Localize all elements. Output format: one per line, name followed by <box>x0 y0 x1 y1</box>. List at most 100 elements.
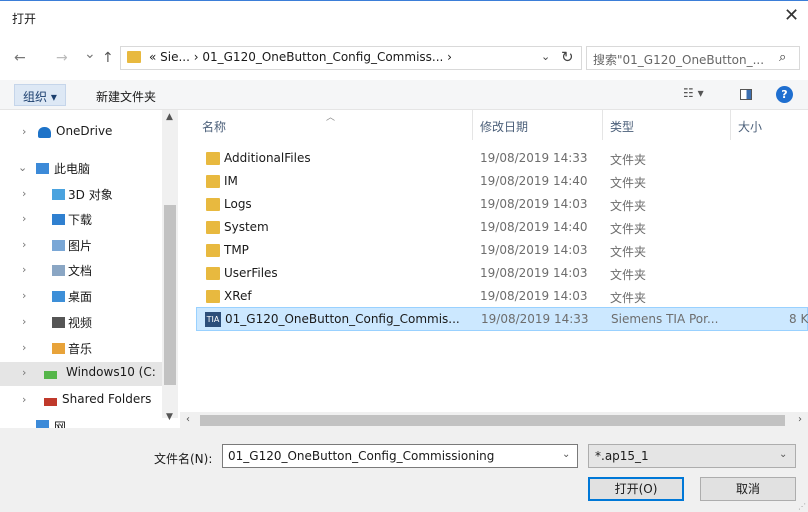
table-row[interactable]: IM 19/08/2019 14:40 文件夹 <box>196 170 808 193</box>
chevron-right-icon[interactable]: › <box>22 238 26 251</box>
table-row[interactable]: UserFiles 19/08/2019 14:03 文件夹 <box>196 262 808 285</box>
chevron-down-icon[interactable]: ⌄ <box>779 449 787 460</box>
file-type: 文件夹 <box>610 268 647 282</box>
table-row[interactable]: AdditionalFiles 19/08/2019 14:33 文件夹 <box>196 147 808 170</box>
table-row[interactable]: Logs 19/08/2019 14:03 文件夹 <box>196 193 808 216</box>
cloud-icon <box>38 127 51 138</box>
horizontal-scrollbar-thumb[interactable] <box>200 415 785 426</box>
column-header-size[interactable]: 大小 <box>738 118 762 135</box>
chevron-right-icon[interactable]: › <box>22 366 26 379</box>
dialog-footer <box>0 428 808 512</box>
sidebar-item-label: 网 <box>54 420 67 428</box>
folder-icon <box>127 51 141 63</box>
column-header-date[interactable]: 修改日期 <box>480 118 528 135</box>
chevron-right-icon[interactable]: › <box>22 125 26 138</box>
file-date: 19/08/2019 14:03 <box>480 197 588 211</box>
file-date: 19/08/2019 14:03 <box>480 289 588 303</box>
sidebar-item-documents[interactable]: › 文档 <box>0 259 160 283</box>
help-icon[interactable]: ? <box>776 86 793 103</box>
file-type-filter[interactable]: *.ap15_1 ⌄ <box>588 444 796 468</box>
sidebar-item-label: 3D 对象 <box>68 188 113 202</box>
picture-icon <box>52 240 65 251</box>
scroll-left-icon[interactable]: ‹ <box>186 414 190 425</box>
open-button[interactable]: 打开(O) <box>588 477 684 501</box>
chevron-down-icon[interactable]: ⌄ <box>541 50 550 63</box>
sidebar-item-downloads[interactable]: › 下载 <box>0 208 160 232</box>
chevron-down-icon[interactable]: ⌄ <box>562 449 570 460</box>
column-divider[interactable] <box>472 110 473 140</box>
column-divider[interactable] <box>730 110 731 140</box>
search-input[interactable]: 搜索"01_G120_OneButton_... ⌕ <box>586 46 800 70</box>
toolbar: 组织 ▾ 新建文件夹 ☷ ▾ ? <box>0 80 808 110</box>
cancel-button[interactable]: 取消 <box>700 477 796 501</box>
file-date: 19/08/2019 14:40 <box>480 174 588 188</box>
column-header-name[interactable]: 名称 <box>202 118 226 135</box>
file-date: 19/08/2019 14:33 <box>481 312 589 326</box>
close-icon[interactable]: ✕ <box>784 6 799 26</box>
sidebar-item-label: 文档 <box>68 264 93 278</box>
forward-arrow-icon[interactable]: → <box>56 50 68 66</box>
sidebar-item-videos[interactable]: › 视频 <box>0 311 160 335</box>
sidebar-item-label: 音乐 <box>68 342 93 356</box>
recent-locations-icon[interactable]: ⌄ <box>84 46 96 62</box>
back-arrow-icon[interactable]: ← <box>14 50 26 66</box>
chevron-right-icon[interactable]: › <box>22 187 26 200</box>
chevron-right-icon[interactable]: › <box>22 315 26 328</box>
file-date: 19/08/2019 14:03 <box>480 243 588 257</box>
up-arrow-icon[interactable]: ↑ <box>102 50 114 66</box>
sidebar-item-windows10-drive[interactable]: › Windows10 (C: <box>0 362 162 386</box>
network-drive-icon <box>44 398 57 406</box>
table-row-selected[interactable]: TIA 01_G120_OneButton_Config_Commis... 1… <box>196 307 808 331</box>
table-row[interactable]: System 19/08/2019 14:40 文件夹 <box>196 216 808 239</box>
preview-pane-icon[interactable] <box>740 89 752 100</box>
sidebar-item-label: 下载 <box>68 213 93 227</box>
new-folder-button[interactable]: 新建文件夹 <box>96 88 156 105</box>
video-icon <box>52 317 65 328</box>
cube-icon <box>52 189 65 200</box>
sidebar-item-onedrive[interactable]: › OneDrive <box>0 121 160 145</box>
sidebar-item-this-pc[interactable]: ⌄ 此电脑 <box>0 157 160 181</box>
refresh-icon[interactable]: ↻ <box>561 48 574 66</box>
file-type: 文件夹 <box>610 199 647 213</box>
file-name: 01_G120_OneButton_Config_Commis... <box>225 312 460 326</box>
chevron-right-icon[interactable]: › <box>22 341 26 354</box>
address-bar[interactable]: « Sie... › 01_G120_OneButton_Config_Comm… <box>120 46 582 70</box>
table-row[interactable]: TMP 19/08/2019 14:03 文件夹 <box>196 239 808 262</box>
chevron-right-icon[interactable]: › <box>22 263 26 276</box>
scroll-down-icon[interactable]: ▼ <box>166 412 173 422</box>
scroll-right-icon[interactable]: › <box>798 414 802 425</box>
chevron-right-icon[interactable]: › <box>22 212 26 225</box>
sidebar-item-label: OneDrive <box>56 124 113 138</box>
nav-scrollbar-thumb[interactable] <box>164 205 176 385</box>
sidebar-item-desktop[interactable]: › 桌面 <box>0 285 160 309</box>
chevron-down-icon[interactable]: ⌄ <box>18 161 27 174</box>
sidebar-item-pictures[interactable]: › 图片 <box>0 234 160 258</box>
file-name: AdditionalFiles <box>224 151 311 165</box>
file-name: IM <box>224 174 238 188</box>
computer-icon <box>36 163 49 174</box>
folder-icon <box>206 221 220 234</box>
desktop-icon <box>52 291 65 302</box>
chevron-right-icon[interactable]: › <box>22 393 26 406</box>
chevron-right-icon[interactable]: › <box>22 289 26 302</box>
file-type: Siemens TIA Por... <box>611 312 719 326</box>
organize-button[interactable]: 组织 ▾ <box>14 84 66 106</box>
sidebar-item-shared-folders[interactable]: › Shared Folders <box>0 389 160 413</box>
drive-icon <box>44 371 57 379</box>
column-divider[interactable] <box>602 110 603 140</box>
breadcrumb[interactable]: « Sie... › 01_G120_OneButton_Config_Comm… <box>149 50 452 64</box>
filename-field[interactable]: 01_G120_OneButton_Config_Commissioning ⌄ <box>222 444 578 468</box>
filter-value: *.ap15_1 <box>595 449 649 463</box>
folder-icon <box>206 198 220 211</box>
search-icon[interactable]: ⌕ <box>779 50 786 65</box>
scroll-up-icon[interactable]: ▲ <box>166 112 173 122</box>
sidebar-item-3d-objects[interactable]: › 3D 对象 <box>0 183 160 207</box>
folder-icon <box>206 244 220 257</box>
filename-value: 01_G120_OneButton_Config_Commissioning <box>228 449 495 463</box>
column-header-type[interactable]: 类型 <box>610 118 634 135</box>
sidebar-item-music[interactable]: › 音乐 <box>0 337 160 361</box>
resize-grip-icon[interactable]: ⋰ <box>798 502 806 511</box>
sidebar-item-network[interactable]: 网 <box>0 418 160 428</box>
table-row[interactable]: XRef 19/08/2019 14:03 文件夹 <box>196 285 808 308</box>
view-options-icon[interactable]: ☷ ▾ <box>683 86 704 100</box>
